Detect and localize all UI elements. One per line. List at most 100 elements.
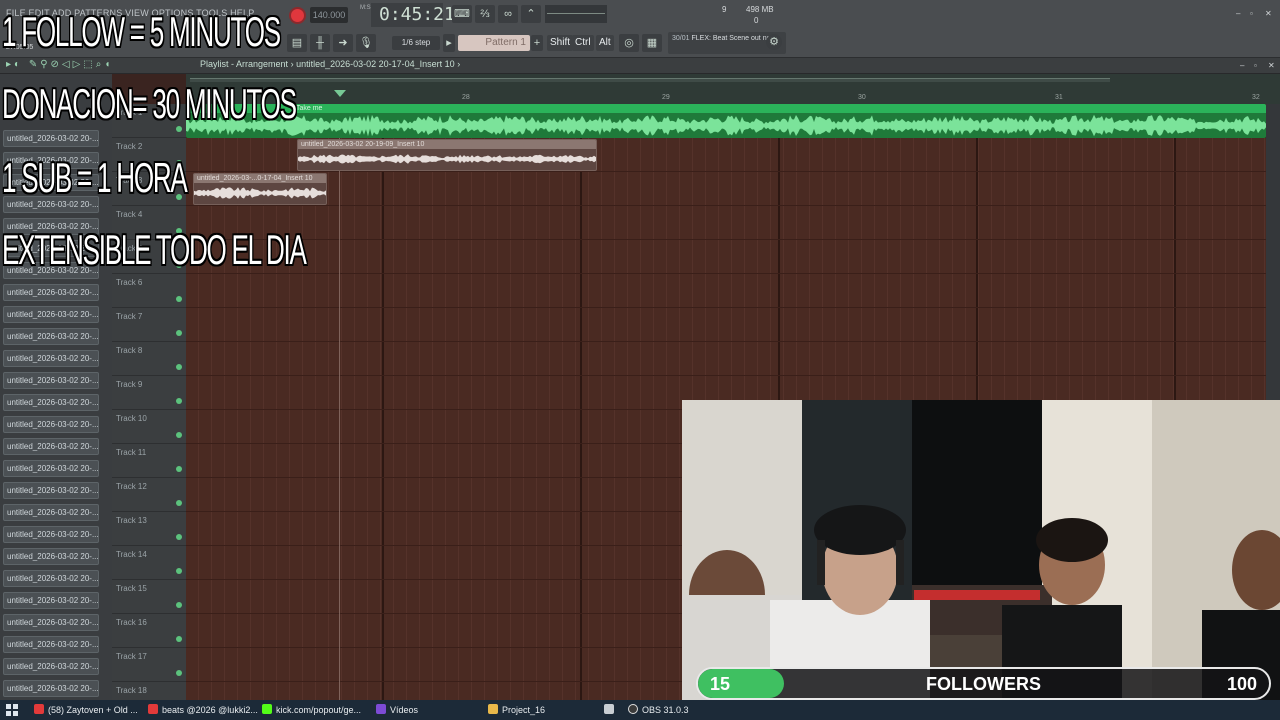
taskbar-item-obs[interactable]: OBS 31.0.3 (628, 703, 689, 717)
minimize-icon[interactable]: – (1236, 10, 1246, 18)
audio-clip-main[interactable]: Take me (186, 104, 1266, 138)
track-header[interactable]: Track 6 (112, 274, 186, 308)
channel-rack-icon[interactable]: ➜ (333, 34, 353, 52)
track-enable-icon[interactable] (176, 330, 182, 336)
picker-item[interactable]: untitled_2026-03-02 20-... (3, 636, 99, 653)
playlist-restore-icon[interactable]: ▫ (1254, 62, 1264, 70)
track-header[interactable]: Track 15 (112, 580, 186, 614)
song-overview-scrollbar[interactable] (190, 78, 1110, 82)
waveform (298, 154, 596, 164)
track-header[interactable]: Track 13 (112, 512, 186, 546)
mixer-icon[interactable]: ╫ (310, 34, 330, 52)
track-label: Track 10 (116, 414, 147, 423)
waveform (194, 187, 326, 199)
record-button[interactable] (289, 7, 306, 24)
track-enable-icon[interactable] (176, 500, 182, 506)
track-enable-icon[interactable] (176, 432, 182, 438)
taskbar-item-project[interactable]: Project_16 (488, 703, 545, 717)
ram-value: 498 MB (746, 5, 774, 14)
picker-item[interactable]: untitled_2026-03-02 20-... (3, 130, 99, 147)
picker-item[interactable]: untitled_2026-03-02 20-... (3, 504, 99, 521)
followers-goal: 100 (1226, 674, 1257, 694)
restore-icon[interactable]: ▫ (1250, 10, 1260, 18)
picker-item[interactable]: untitled_2026-03-02 20-... (3, 526, 99, 543)
song-time-display[interactable]: 0:45:21 (371, 3, 455, 27)
picker-item[interactable]: untitled_2026-03-02 20-... (3, 570, 99, 587)
picker-item[interactable]: untitled_2026-03-02 20-... (3, 482, 99, 499)
pattern-arrow-icon[interactable]: ▸ (443, 34, 455, 52)
audio-clip-insert-a[interactable]: untitled_2026-03-02 20-19-09_Insert 10 (297, 139, 597, 171)
typing-keyboard-icon[interactable]: ⌨ (452, 5, 472, 23)
followers-label: FOLLOWERS (926, 674, 1041, 694)
track-header[interactable]: Track 11 (112, 444, 186, 478)
picker-item[interactable]: untitled_2026-03-02 20-... (3, 548, 99, 565)
picker-item[interactable]: untitled_2026-03-02 20-... (3, 328, 99, 345)
taskbar-item-youtube[interactable]: (58) Zaytoven + Old ... (34, 703, 138, 717)
track-enable-icon[interactable] (176, 636, 182, 642)
picker-item[interactable]: untitled_2026-03-02 20-... (3, 306, 99, 323)
picker-item[interactable]: untitled_2026-03-02 20-... (3, 372, 99, 389)
playlist-close-icon[interactable]: ✕ (1268, 62, 1278, 70)
shift-button[interactable]: Shift (547, 35, 574, 51)
ruler-bar: 32 (1252, 94, 1260, 101)
track-header[interactable]: Track 9 (112, 376, 186, 410)
picker-item[interactable]: untitled_2026-03-02 20-... (3, 592, 99, 609)
track-header[interactable]: Track 14 (112, 546, 186, 580)
picker-item[interactable]: untitled_2026-03-02 20-... (3, 460, 99, 477)
tempo-display[interactable]: 140.000 (310, 7, 348, 23)
windows-start-icon[interactable] (6, 704, 18, 716)
track-header[interactable]: Track 16 (112, 614, 186, 648)
ruler-bar: 29 (662, 94, 670, 101)
picker-item[interactable]: untitled_2026-03-02 20-... (3, 438, 99, 455)
metronome-icon[interactable]: ⌃ (521, 5, 541, 23)
settings-icon[interactable]: ⚙ (766, 34, 782, 50)
audio-clip-insert-b[interactable]: untitled_2026-03-...0-17-04_Insert 10 (193, 173, 327, 205)
picker-item[interactable]: untitled_2026-03-02 20-... (3, 614, 99, 631)
picker-item[interactable]: untitled_2026-03-02 20-... (3, 284, 99, 301)
picker-item[interactable]: untitled_2026-03-02 20-... (3, 680, 99, 697)
picker-item[interactable]: untitled_2026-03-02 20-... (3, 394, 99, 411)
microphone-icon[interactable]: 🎙 (356, 34, 376, 52)
track-header[interactable]: Track 10 (112, 410, 186, 444)
play-position-line (339, 104, 340, 700)
playlist-minimize-icon[interactable]: – (1240, 62, 1250, 70)
track-enable-icon[interactable] (176, 398, 182, 404)
picker-item[interactable]: untitled_2026-03-02 20-... (3, 416, 99, 433)
close-icon[interactable]: ✕ (1265, 10, 1275, 18)
playlist-tools[interactable]: ▸◐ ✎⚲⊘◁▷⬚⌕◖ (6, 59, 113, 70)
ctrl-button[interactable]: Ctrl (572, 35, 594, 51)
track-enable-icon[interactable] (176, 568, 182, 574)
taskbar-notepad[interactable] (604, 703, 618, 717)
taskbar-item-videos[interactable]: Vídeos (376, 703, 418, 717)
clip-name: Take me (296, 105, 323, 112)
screen: FILE EDIT ADD PATTERNS VIEW OPTIONS TOOL… (0, 0, 1280, 720)
notepad-icon (604, 704, 614, 714)
step-edit-icon[interactable]: ⅔ (475, 5, 495, 23)
overlay-follow-rule: 1 FOLLOW = 5 MINUTOS (2, 8, 281, 55)
pattern-selector[interactable]: Pattern 1 (458, 35, 530, 51)
playlist-icon[interactable]: ▤ (287, 34, 307, 52)
loop-record-icon[interactable]: ∞ (498, 5, 518, 23)
track-enable-icon[interactable] (176, 466, 182, 472)
shop-icon[interactable]: ▦ (642, 34, 662, 52)
picker-item[interactable]: untitled_2026-03-02 20-... (3, 658, 99, 675)
browser-icon[interactable]: ◎ (619, 34, 639, 52)
taskbar-item-beats[interactable]: beats @2026 @lukki2... (148, 703, 258, 717)
track-label: Track 13 (116, 516, 147, 525)
track-header[interactable]: Track 8 (112, 342, 186, 376)
track-header[interactable]: Track 7 (112, 308, 186, 342)
picker-item[interactable]: untitled_2026-03-02 20-... (3, 350, 99, 367)
track-enable-icon[interactable] (176, 670, 182, 676)
snap-step-select[interactable]: 1/6 step (392, 36, 440, 50)
playhead-marker[interactable] (334, 90, 346, 97)
taskbar-item-kick[interactable]: kick.com/popout/ge... (262, 703, 361, 717)
track-enable-icon[interactable] (176, 364, 182, 370)
ruler-bar: 31 (1055, 94, 1063, 101)
add-pattern-icon[interactable]: + (531, 35, 543, 51)
track-enable-icon[interactable] (176, 534, 182, 540)
track-header[interactable]: Track 17 (112, 648, 186, 682)
track-enable-icon[interactable] (176, 602, 182, 608)
alt-button[interactable]: Alt (596, 35, 614, 51)
track-header[interactable]: Track 12 (112, 478, 186, 512)
track-enable-icon[interactable] (176, 296, 182, 302)
